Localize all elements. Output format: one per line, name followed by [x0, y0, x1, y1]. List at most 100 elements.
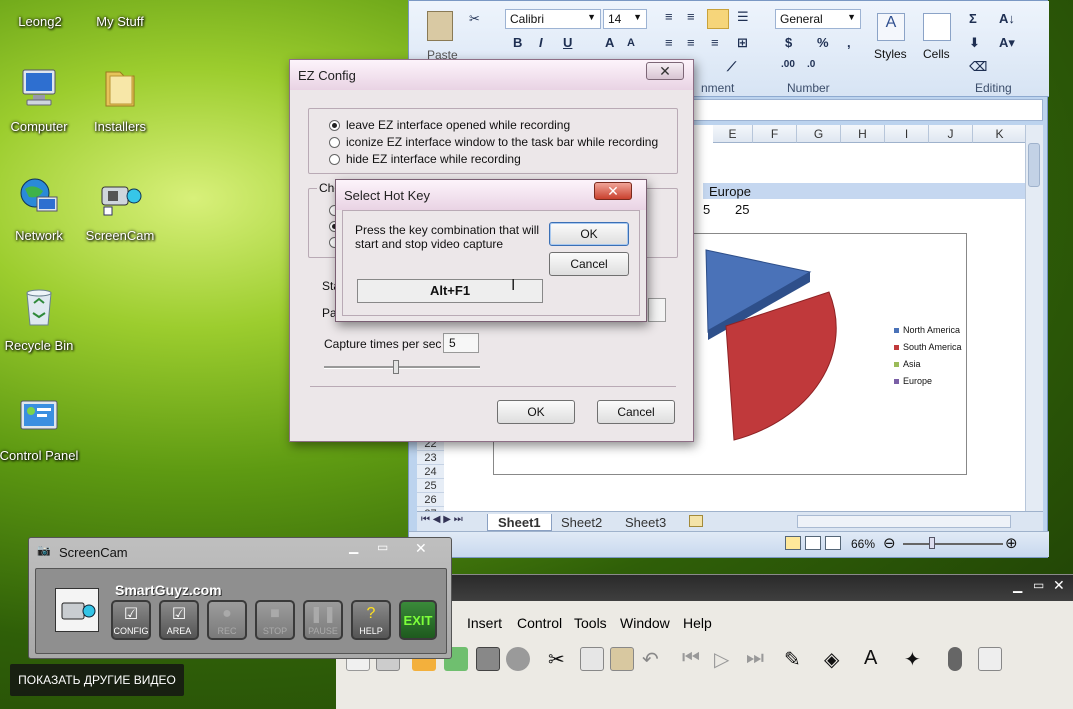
align-right-icon[interactable]: ≡ — [711, 35, 719, 50]
currency-icon[interactable]: $ — [785, 35, 792, 50]
desktop-icon-installers[interactable]: Installers — [78, 66, 162, 134]
cell-europe[interactable]: Europe — [709, 184, 751, 199]
align-center-icon[interactable]: ≡ — [687, 9, 695, 24]
column-header-f[interactable]: F — [753, 125, 797, 143]
zoom-slider[interactable] — [903, 543, 1003, 545]
column-header-e[interactable]: E — [713, 125, 753, 143]
exit-button[interactable]: EXIT — [399, 600, 437, 640]
column-header-j[interactable]: J — [929, 125, 973, 143]
desktop-icon-computer[interactable]: Computer — [0, 66, 81, 134]
film-reel-icon[interactable] — [506, 647, 530, 671]
paste-icon[interactable] — [610, 647, 634, 671]
increase-decimal-icon[interactable]: .00 — [781, 59, 795, 70]
desktop-icon-controlpanel[interactable]: Control Panel — [0, 395, 81, 463]
zoom-in-icon[interactable]: ⊕ — [1005, 534, 1018, 552]
horizontal-scrollbar[interactable] — [797, 515, 1011, 528]
normal-view-icon[interactable] — [785, 536, 801, 550]
sort-filter-icon[interactable]: A↓ — [999, 11, 1015, 26]
capture-rate-input[interactable]: 5 — [443, 333, 479, 353]
pause-hotkey-field[interactable] — [648, 298, 666, 322]
desktop-icon-network[interactable]: Network — [0, 175, 81, 243]
close-icon[interactable]: ✕ — [1053, 577, 1065, 594]
clear-icon[interactable]: ⌫ — [969, 59, 987, 75]
page-break-view-icon[interactable] — [825, 536, 841, 550]
desktop-icon-screencam[interactable]: ScreenCam — [78, 175, 162, 243]
scrollbar-thumb[interactable] — [1028, 143, 1040, 187]
menu-tools[interactable]: Tools — [574, 615, 607, 631]
underline-button[interactable]: U — [563, 35, 572, 50]
text-color-icon[interactable]: A — [864, 647, 888, 671]
show-more-videos-button[interactable]: ПОКАЗАТЬ ДРУГИЕ ВИДЕО — [10, 664, 184, 696]
capture-rate-slider[interactable] — [324, 366, 480, 369]
play-icon[interactable]: ▷ — [714, 647, 738, 671]
area-button[interactable]: ☑ AREA — [159, 600, 199, 640]
cut-icon[interactable]: ✂ — [548, 647, 572, 671]
radio-iconize[interactable]: iconize EZ interface window to the task … — [329, 135, 658, 149]
zoom-out-icon[interactable]: ⊖ — [883, 534, 896, 552]
vertical-scrollbar[interactable] — [1025, 125, 1043, 511]
cells-icon[interactable] — [923, 13, 951, 41]
desktop-icon-recyclebin[interactable]: Recycle Bin — [0, 285, 81, 353]
paste-icon[interactable] — [427, 11, 453, 41]
rewind-icon[interactable]: ⏮ — [682, 647, 706, 671]
find-icon[interactable]: A▾ — [999, 35, 1015, 51]
merge-center-icon[interactable]: ⊞ — [737, 35, 748, 51]
grow-font-button[interactable]: A — [605, 35, 614, 50]
desktop-icon-leong2[interactable]: Leong2 — [0, 0, 82, 29]
stop-button[interactable]: ■ STOP — [255, 600, 295, 640]
close-icon[interactable]: ✕ — [415, 540, 427, 557]
fast-forward-icon[interactable]: ⏭ — [746, 647, 770, 671]
pause-button[interactable]: ❚❚ PAUSE — [303, 600, 343, 640]
menu-insert[interactable]: Insert — [467, 615, 502, 631]
desktop-icon-mystuff[interactable]: My Stuff — [78, 0, 162, 29]
restore-icon[interactable]: ▭ — [1033, 578, 1044, 592]
cell-value-25[interactable]: 25 — [735, 202, 749, 217]
autosum-icon[interactable]: Σ — [969, 11, 977, 26]
column-header-k[interactable]: K — [973, 125, 1027, 143]
minimize-icon[interactable]: ▁ — [349, 540, 358, 554]
wrap-text-icon[interactable]: ☰ — [737, 9, 749, 25]
slider-thumb[interactable] — [393, 360, 399, 374]
comma-icon[interactable]: , — [847, 35, 851, 50]
undo-icon[interactable]: ↶ — [642, 647, 666, 671]
restore-icon[interactable]: ▭ — [377, 540, 388, 554]
rec-button[interactable]: ● REC — [207, 600, 247, 640]
percent-icon[interactable]: % — [817, 35, 829, 50]
minimize-icon[interactable]: ▁ — [1013, 579, 1022, 593]
italic-button[interactable]: I — [539, 35, 543, 50]
sheet-tab[interactable]: Sheet1 — [487, 514, 552, 531]
fill-bucket-icon[interactable]: ◈ — [824, 647, 848, 671]
close-button[interactable]: ✕ — [594, 182, 632, 200]
row-header[interactable]: 24 — [417, 465, 444, 479]
page-layout-view-icon[interactable] — [805, 536, 821, 550]
ok-button[interactable]: OK — [497, 400, 575, 424]
font-name-select[interactable]: Calibri ▼ — [505, 9, 601, 29]
align-left-icon[interactable]: ≡ — [665, 9, 673, 24]
decrease-decimal-icon[interactable]: .0 — [807, 59, 815, 70]
column-header-g[interactable]: G — [797, 125, 841, 143]
cell-value-5[interactable]: 5 — [703, 202, 710, 217]
bold-button[interactable]: B — [513, 35, 522, 50]
font-size-select[interactable]: 14 ▼ — [603, 9, 647, 29]
zoom-level[interactable]: 66% — [851, 537, 875, 551]
sheet-nav-arrows[interactable]: ⏮ ◀ ▶ ⏭ — [421, 514, 463, 525]
row-header[interactable]: 26 — [417, 493, 444, 507]
cancel-button[interactable]: Cancel — [549, 252, 629, 276]
help-button[interactable]: ? HELP — [351, 600, 391, 640]
copy-icon[interactable] — [580, 647, 604, 671]
microphone-icon[interactable] — [948, 647, 962, 671]
formula-bar[interactable] — [689, 99, 1043, 121]
cancel-button[interactable]: Cancel — [597, 400, 675, 424]
shrink-font-button[interactable]: A — [627, 37, 635, 49]
styles-icon[interactable]: A — [877, 13, 905, 41]
close-button[interactable]: ✕ — [646, 62, 684, 80]
row-header[interactable]: 25 — [417, 479, 444, 493]
menu-help[interactable]: Help — [683, 615, 712, 631]
sheet-tab[interactable]: Sheet3 — [615, 514, 676, 531]
ok-button[interactable]: OK — [549, 222, 629, 246]
menu-control[interactable]: Control — [517, 615, 562, 631]
number-format-select[interactable]: General ▼ — [775, 9, 861, 29]
orientation-icon[interactable]: ⟋ — [727, 59, 736, 75]
align-center-icon-2[interactable]: ≡ — [687, 35, 695, 50]
align-middle-button[interactable] — [707, 9, 729, 29]
